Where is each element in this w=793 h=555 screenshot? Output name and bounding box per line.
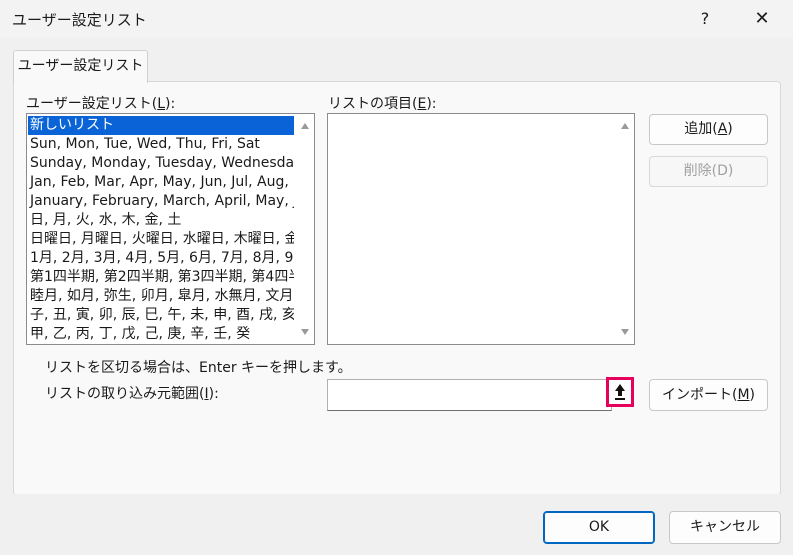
list-entries-scrollbar[interactable] [617,115,633,343]
custom-lists-scrollbar[interactable] [297,115,313,343]
list-item[interactable]: 睦月, 如月, 弥生, 卯月, 皐月, 水無月, 文月, 葉月, 長月, 神無月… [28,287,294,306]
list-item[interactable]: 日, 月, 火, 水, 木, 金, 土 [28,211,294,230]
list-item[interactable]: Sunday, Monday, Tuesday, Wednesday, Thur… [28,154,294,173]
title-bar: ユーザー設定リスト ? ✕ [0,0,793,38]
scroll-up-icon[interactable] [621,123,629,129]
list-entries-label: リストの項目(E): [328,96,437,112]
separator-hint: リストを区切る場合は、Enter キーを押します。 [45,360,352,376]
list-item[interactable]: 第1四半期, 第2四半期, 第3四半期, 第4四半期 [28,268,294,287]
add-button[interactable]: 追加(A) [649,114,768,145]
scroll-down-icon[interactable] [621,329,629,335]
delete-button[interactable]: 削除(D) [649,156,768,187]
custom-lists-listbox[interactable]: 新しいリスト Sun, Mon, Tue, Wed, Thu, Fri, Sat S… [26,113,315,345]
tab-custom-lists[interactable]: ユーザー設定リスト [13,50,148,83]
custom-lists-label: ユーザー設定リスト(L): [26,96,176,112]
list-item[interactable]: January, February, March, April, May, Ju… [28,192,294,211]
help-button[interactable]: ? [690,6,720,32]
import-range-input[interactable] [327,379,612,411]
window-title: ユーザー設定リスト [12,11,147,29]
close-button[interactable]: ✕ [747,6,777,32]
import-range-label: リストの取り込み元範囲(I): [45,386,219,402]
list-item[interactable]: 1月, 2月, 3月, 4月, 5月, 6月, 7月, 8月, 9月, 10月,… [28,249,294,268]
list-entries-accesskey: E [417,96,427,112]
upload-arrow-icon [615,384,625,400]
list-item[interactable]: 甲, 乙, 丙, 丁, 戊, 己, 庚, 辛, 壬, 癸 [28,325,294,344]
tab-label: ユーザー設定リスト [17,58,144,74]
list-item[interactable]: Sun, Mon, Tue, Wed, Thu, Fri, Sat [28,135,294,154]
custom-lists-accesskey: L [157,96,165,112]
scroll-up-icon[interactable] [301,123,309,129]
scroll-down-icon[interactable] [301,329,309,335]
import-button[interactable]: インポート(M) [649,379,768,411]
ok-button[interactable]: OK [543,511,655,544]
list-item[interactable]: 日曜日, 月曜日, 火曜日, 水曜日, 木曜日, 金曜日, 土曜日 [28,230,294,249]
list-item[interactable]: 新しいリスト [28,116,294,135]
range-selector-button[interactable] [606,377,634,407]
cancel-button[interactable]: キャンセル [669,511,781,544]
list-item[interactable]: 子, 丑, 寅, 卯, 辰, 巳, 午, 未, 申, 酉, 戌, 亥 [28,306,294,325]
list-item[interactable]: Jan, Feb, Mar, Apr, May, Jun, Jul, Aug, … [28,173,294,192]
list-entries-textarea[interactable] [327,113,635,345]
custom-lists-items: 新しいリスト Sun, Mon, Tue, Wed, Thu, Fri, Sat S… [28,116,294,344]
